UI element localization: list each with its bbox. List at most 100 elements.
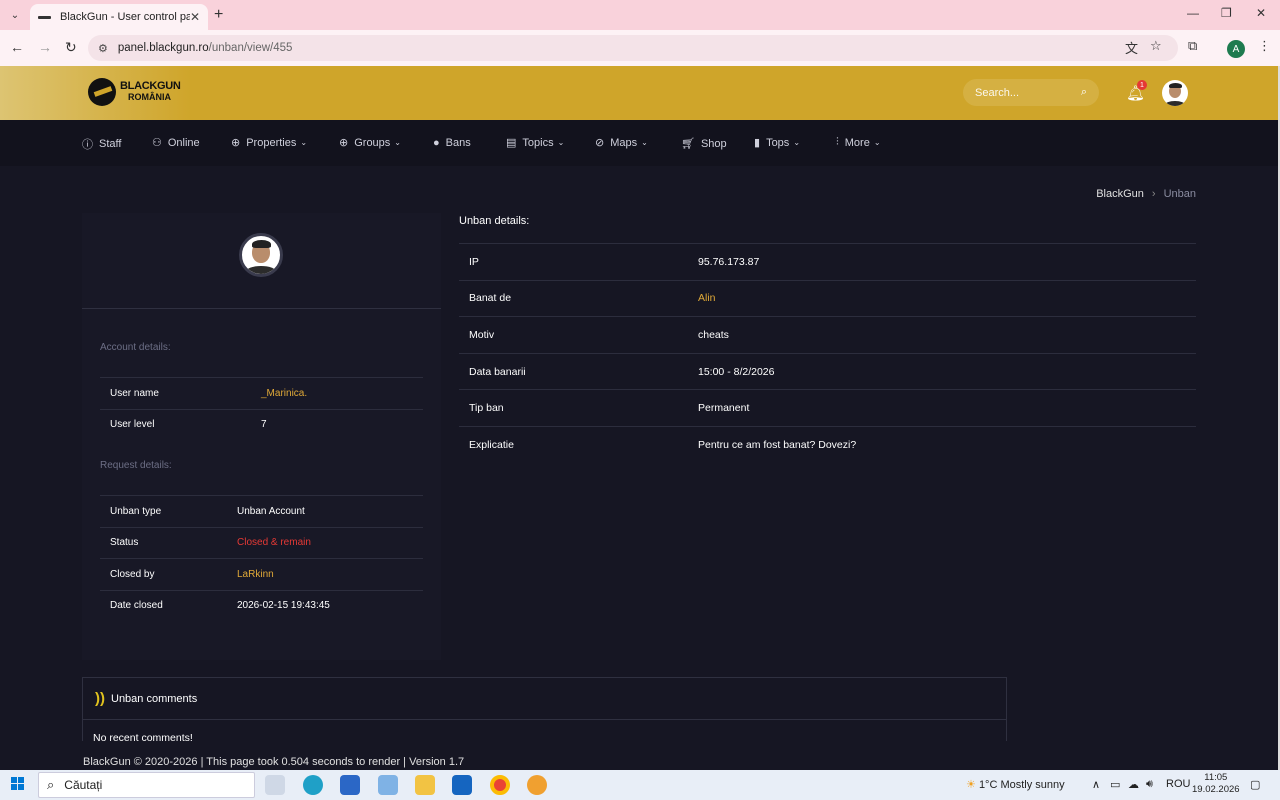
weather-text: 1°C Mostly sunny (978, 779, 1065, 791)
store-icon[interactable] (452, 775, 472, 795)
table-row: Data banarii 15:00 - 8/2/2026 (459, 352, 1196, 390)
row-key: Unban type (110, 505, 162, 517)
taskbar-search-placeholder: Căutați (64, 778, 103, 792)
table-row: User name _Marinica. (100, 377, 423, 409)
site-info-icon[interactable]: ⚙ (98, 42, 108, 55)
browser-menu-icon[interactable]: ⋮ (1258, 38, 1271, 54)
nav-online[interactable]: ⚇ Online (152, 136, 200, 150)
bookmark-star-icon[interactable]: ☆ (1150, 38, 1162, 54)
nav-more[interactable]: ⫶ More ⌄ (836, 136, 881, 149)
browser-tab[interactable]: BlackGun - User control panel ✕ (30, 4, 208, 30)
row-value: Permanent (698, 402, 750, 415)
sticky-app-icon[interactable] (378, 775, 398, 795)
chevron-down-icon: ⌄ (793, 138, 801, 147)
row-value: 15:00 - 8/2/2026 (698, 365, 775, 378)
notification-center-icon[interactable]: ▢ (1250, 778, 1260, 791)
translate-icon[interactable]: 文 (1125, 38, 1138, 57)
row-value: 95.76.173.87 (698, 255, 760, 268)
url-input[interactable]: ⚙ panel.blackgun.ro/unban/view/455 (88, 35, 1178, 61)
breadcrumb-home[interactable]: BlackGun (1096, 188, 1144, 200)
comments-header: )) Unban comments (83, 678, 1006, 720)
forward-icon[interactable]: → (38, 39, 52, 55)
taskbar-clock[interactable]: 11:05 19.02.2026 (1192, 772, 1240, 796)
bars-icon: ▮ (754, 137, 761, 149)
nav-label: Tops (766, 136, 790, 149)
comments-title: Unban comments (111, 692, 198, 705)
page-footer: BlackGun © 2020-2026 | This page took 0.… (83, 756, 465, 768)
new-tab-icon[interactable]: + (214, 6, 223, 24)
windows-start-icon[interactable] (11, 777, 25, 791)
url-domain: panel.blackgun.ro (117, 42, 209, 54)
user-avatar[interactable] (1162, 80, 1188, 106)
site-search-input[interactable]: Search... ⌕ (963, 79, 1099, 106)
username-link[interactable]: _Marinica. (261, 388, 307, 399)
nav-staff[interactable]: ⓘ Staff (82, 136, 121, 152)
language-indicator[interactable]: ROU (1166, 778, 1190, 790)
nav-shop[interactable]: 🛒︎ Shop (681, 137, 727, 151)
logo-emblem-icon (88, 78, 116, 106)
globe-icon: ⊕ (231, 137, 241, 149)
outlook-icon[interactable] (340, 775, 360, 795)
nav-topics[interactable]: ▤ Topics ⌄ (506, 136, 564, 150)
volume-icon[interactable]: 🔊︎ (1146, 778, 1153, 791)
tab-search-chevron-icon[interactable]: ⌄ (6, 6, 24, 24)
chevron-down-icon: ⌄ (394, 138, 401, 147)
back-icon[interactable]: ← (10, 39, 24, 55)
request-details-label: Request details: (100, 460, 172, 471)
site-logo[interactable]: BLACKGUN ROMÂNIA (88, 78, 181, 106)
row-value: Pentru ce am fost banat? Dovezi? (698, 438, 857, 451)
tab-close-icon[interactable]: ✕ (190, 10, 200, 24)
nav-label: Topics (522, 136, 554, 149)
nav-maps[interactable]: ⊘ Maps ⌄ (595, 136, 648, 150)
table-row: IP 95.76.173.87 (459, 243, 1196, 280)
nav-groups[interactable]: ⊕ Groups ⌄ (339, 136, 401, 150)
globe-solid-icon: ● (433, 137, 440, 149)
table-row: Unban type Unban Account (100, 495, 423, 527)
browser-profile-avatar[interactable]: A (1227, 40, 1245, 58)
window-close-icon[interactable]: ✕ (1256, 6, 1266, 20)
tab-title: BlackGun - User control panel (60, 11, 190, 23)
weather-widget[interactable]: ☀ 1°C Mostly sunny (966, 778, 1065, 791)
task-view-icon[interactable] (265, 775, 285, 795)
minimize-icon[interactable]: — (1187, 6, 1199, 20)
restore-icon[interactable]: ❐ (1221, 6, 1232, 20)
url-path: /unban/view/455 (208, 42, 293, 54)
nav-label: Shop (700, 137, 727, 150)
globe-icon: ⊕ (339, 137, 349, 149)
network-icon[interactable]: ▭ (1110, 778, 1120, 791)
edge-icon[interactable] (303, 775, 323, 795)
unban-details-table: IP 95.76.173.87 Banat de Alin Motiv cheats … (459, 243, 1196, 463)
reload-icon[interactable]: ↻ (65, 39, 77, 56)
app-icon[interactable] (527, 775, 547, 795)
row-key: Status (110, 537, 139, 549)
clock-date: 19.02.2026 (1192, 784, 1240, 795)
info-icon: ⓘ (82, 139, 93, 151)
tray-chevron-icon[interactable]: ∧ (1092, 778, 1100, 791)
profile-avatar (239, 233, 283, 277)
taskbar-search-input[interactable]: ⌕ Căutați (38, 772, 255, 798)
banned-by-link[interactable]: Alin (698, 292, 1196, 304)
nav-bans[interactable]: ● Bans (433, 137, 471, 149)
nav-properties[interactable]: ⊕ Properties ⌄ (231, 136, 307, 150)
logo-line2: ROMÂNIA (128, 92, 171, 102)
row-value: 7 (261, 419, 267, 431)
request-details-table: Unban type Unban Account Status Closed & r… (100, 495, 423, 621)
extensions-icon[interactable]: ⧉ (1188, 38, 1197, 54)
document-icon: ▤ (506, 137, 517, 149)
row-key: User level (110, 419, 155, 431)
closed-by-link[interactable]: LaRkinn (237, 569, 274, 580)
unban-comments-panel: )) Unban comments No recent comments! (82, 677, 1007, 741)
chrome-icon[interactable] (490, 775, 510, 795)
nav-tops[interactable]: ▮ Tops ⌄ (754, 136, 801, 150)
breadcrumb-current: Unban (1163, 188, 1196, 200)
row-key: Data banarii (469, 365, 526, 378)
row-key: User name (110, 387, 159, 399)
table-row: Date closed 2026-02-15 19:43:45 (100, 589, 423, 622)
onedrive-icon[interactable]: ☁ (1128, 778, 1139, 791)
table-row: Status Closed & remain (100, 526, 423, 559)
site-favicon-icon (38, 12, 52, 22)
row-key: Motiv (469, 328, 495, 341)
search-icon[interactable]: ⌕ (1081, 86, 1087, 99)
file-explorer-icon[interactable] (415, 775, 435, 795)
table-row: Tip ban Permanent (459, 389, 1196, 426)
